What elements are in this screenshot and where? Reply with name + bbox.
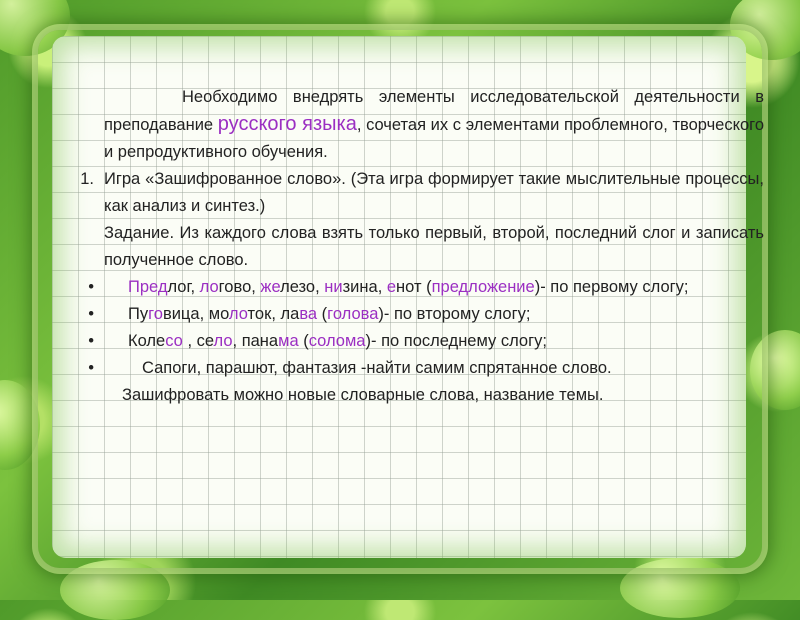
bullet-tail: - по последнему слогу; <box>370 332 547 350</box>
word-part: мо <box>208 305 229 323</box>
bullet-marker: • <box>88 305 94 323</box>
word-part: се <box>196 332 214 350</box>
decor-leaf <box>60 560 170 620</box>
word-part: пана <box>241 332 279 350</box>
word-part: Коле <box>128 332 166 350</box>
answer-word: солома <box>308 332 366 350</box>
word-part: Пу <box>128 305 149 323</box>
bullet-item-1: • Предлог, логово, железо, низина, енот … <box>88 274 764 301</box>
syllable-highlight: го <box>148 305 163 323</box>
slide-content: Необходимо внедрять элементы исследовате… <box>80 84 764 409</box>
syllable-highlight: ни <box>324 278 343 296</box>
bullet-item-4: • Сапоги, парашют, фантазия -найти самим… <box>88 355 764 382</box>
syllable-highlight: же <box>260 278 281 296</box>
word-rest: лезо <box>280 278 316 296</box>
bullet-tail: - по второму слогу; <box>383 305 531 323</box>
bullet-marker: • <box>88 278 94 296</box>
answer-word: голова <box>327 305 379 323</box>
syllable-highlight: ва <box>299 305 318 323</box>
numbered-item-1: 1. Игра «Зашифрованное слово». (Эта игра… <box>80 166 764 274</box>
item1-text: Игра «Зашифрованное слово». (Эта игра фо… <box>104 170 764 215</box>
intro-paragraph: Необходимо внедрять элементы исследовате… <box>104 84 764 166</box>
syllable-highlight: ло <box>213 332 233 350</box>
decor-leaf <box>0 380 40 470</box>
closing-paragraph: Зашифровать можно новые словарные слова,… <box>122 386 604 404</box>
intro-highlight: русского языка <box>217 113 357 135</box>
syllable-highlight: ло <box>228 305 248 323</box>
word-part: ток <box>247 305 272 323</box>
grid-paper: Необходимо внедрять элементы исследовате… <box>52 36 764 558</box>
bullet-tail: - по первому слогу; <box>540 278 689 296</box>
word-part: ла <box>280 305 300 323</box>
syllable-highlight: Пред <box>128 278 168 296</box>
answer-word: предложение <box>431 278 535 296</box>
syllable-highlight: е <box>386 278 397 296</box>
word-rest: гово <box>218 278 252 296</box>
syllable-highlight: ма <box>278 332 299 350</box>
item1-task: Задание. Из каждого слова взять только п… <box>104 224 764 269</box>
bullet-marker: • <box>88 359 94 377</box>
bullet-item-2: • Пуговица, молоток, лава (голова)- по в… <box>88 301 764 328</box>
word-rest: зина <box>342 278 378 296</box>
bullet-item-3: • Колесо , село, панама (солома)- по пос… <box>88 328 764 355</box>
word-rest: лог <box>167 278 191 296</box>
word-part: вица <box>162 305 200 323</box>
syllable-highlight: со <box>165 332 183 350</box>
bullet4-text: Сапоги, парашют, фантазия -найти самим с… <box>142 359 612 377</box>
item-number: 1. <box>80 170 94 188</box>
bullet-marker: • <box>88 332 94 350</box>
syllable-highlight: ло <box>199 278 219 296</box>
word-rest: нот <box>396 278 422 296</box>
